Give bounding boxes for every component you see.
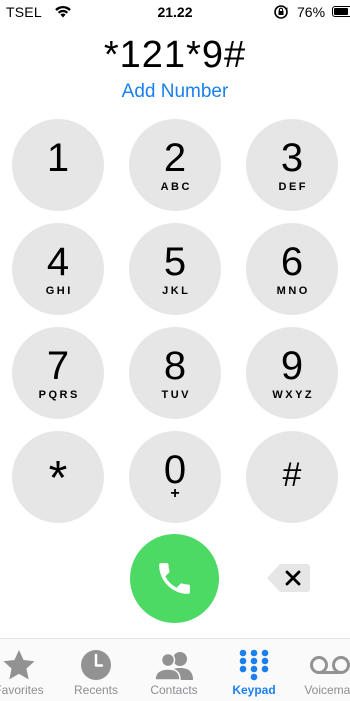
key-2[interactable]: 2 ABC (129, 119, 221, 211)
voicemail-icon (309, 649, 350, 686)
delete-button[interactable] (266, 563, 311, 593)
tab-label: Voicemail (304, 683, 350, 697)
key-digit: 6 (280, 240, 304, 284)
key-digit: 3 (280, 136, 304, 180)
key-5[interactable]: 5 JKL (129, 223, 221, 315)
keypad-icon (238, 649, 270, 686)
battery-level-fill (334, 8, 348, 15)
tab-label: Keypad (232, 683, 276, 697)
star-icon (2, 649, 36, 686)
status-bar: TSEL 21.22 76% (0, 0, 350, 24)
key-1[interactable]: 1 (12, 119, 104, 211)
key-6[interactable]: 6 MNO (246, 223, 338, 315)
key-letters: TUV (161, 389, 191, 401)
tab-recents[interactable]: Recents (58, 639, 134, 701)
key-letters: ABC (160, 181, 192, 193)
key-4[interactable]: 4 GHI (12, 223, 104, 315)
key-7[interactable]: 7 PQRS (12, 327, 104, 419)
key-letters: GHI (45, 285, 73, 297)
key-digit: 8 (163, 344, 187, 388)
key-letters: MNO (276, 285, 310, 297)
phone-icon (159, 563, 190, 594)
tab-voicemail[interactable]: Voicemail (292, 639, 350, 701)
tab-bar: Favorites Recents Contacts (0, 638, 350, 701)
key-letters: PQRS (38, 389, 80, 401)
key-digit: 5 (163, 240, 187, 284)
key-letters: DEF (278, 181, 308, 193)
key-8[interactable]: 8 TUV (129, 327, 221, 419)
key-letters: JKL (162, 285, 191, 297)
dialed-number-display: *121*9# (103, 34, 247, 76)
key-digit: 4 (46, 240, 70, 284)
tab-keypad[interactable]: Keypad (216, 639, 292, 701)
tab-label: Contacts (150, 683, 198, 697)
key-0[interactable]: 0 + (129, 431, 221, 523)
tab-favorites[interactable]: Favorites (0, 639, 57, 701)
key-3[interactable]: 3 DEF (246, 119, 338, 211)
battery-percent: 76% (297, 4, 326, 20)
key-letters: + (170, 485, 180, 502)
backspace-icon (267, 564, 310, 592)
key-star[interactable]: * (12, 431, 104, 523)
key-letters: WXYZ (272, 389, 315, 401)
battery-icon (332, 6, 350, 17)
key-9[interactable]: 9 WXYZ (246, 327, 338, 419)
tab-label: Favorites (0, 683, 44, 697)
key-digit: 1 (46, 136, 70, 180)
key-digit: # (282, 456, 302, 494)
key-digit: 7 (46, 344, 70, 388)
clock-icon (80, 649, 112, 686)
key-digit: 0 (163, 448, 187, 492)
call-button[interactable] (130, 534, 219, 623)
key-digit: * (48, 452, 68, 505)
tab-contacts[interactable]: Contacts (136, 639, 212, 701)
tab-label: Recents (73, 683, 119, 697)
key-digit: 2 (163, 136, 187, 180)
key-digit: 9 (280, 344, 304, 388)
add-number-link[interactable]: Add Number (0, 80, 350, 104)
key-hash[interactable]: # (246, 431, 338, 523)
rotation-lock-icon (273, 4, 289, 25)
contacts-icon (153, 649, 195, 686)
